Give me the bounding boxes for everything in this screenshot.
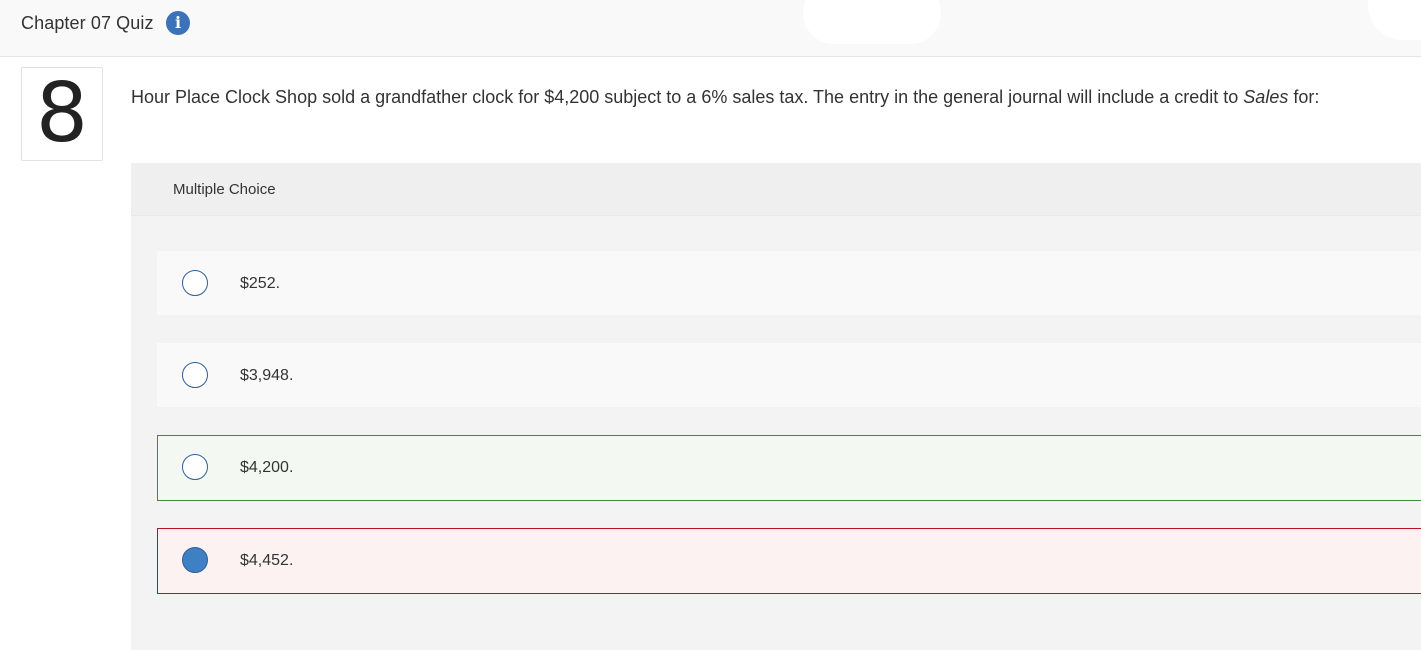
answer-option-label: $3,948. [240,367,294,384]
answer-option-incorrect[interactable]: $4,452. [157,528,1421,594]
question-text-end: for: [1288,87,1320,107]
radio-button[interactable] [182,270,208,296]
question-text-emphasis: Sales [1243,87,1289,107]
header-decoration [803,0,941,44]
quiz-header: Chapter 07 Quiz i [0,0,1421,57]
answer-option-label: $252. [240,275,281,292]
quiz-title: Chapter 07 Quiz [21,13,154,33]
question-text: Hour Place Clock Shop sold a grandfather… [131,87,1244,107]
answer-option-correct[interactable]: $4,200. [157,435,1421,501]
answer-option[interactable]: $252. [157,251,1421,315]
radio-button[interactable] [182,362,208,388]
answer-option-label: $4,200. [240,459,294,476]
answer-option[interactable]: $3,948. [157,343,1421,407]
header-decoration [1368,0,1421,40]
multiple-choice-header: Multiple Choice [131,163,1421,216]
question-prompt: Hour Place Clock Shop sold a grandfather… [131,87,1319,108]
multiple-choice-label: Multiple Choice [173,181,276,198]
radio-button-selected[interactable] [182,547,208,573]
multiple-choice-panel: Multiple Choice $252. $3,948. $4,200. $4… [131,163,1421,650]
question-number: 8 [35,66,89,161]
radio-button[interactable] [182,454,208,480]
answer-option-label: $4,452. [240,552,294,569]
info-icon[interactable]: i [166,11,190,35]
question-number-box: 8 [21,67,103,161]
